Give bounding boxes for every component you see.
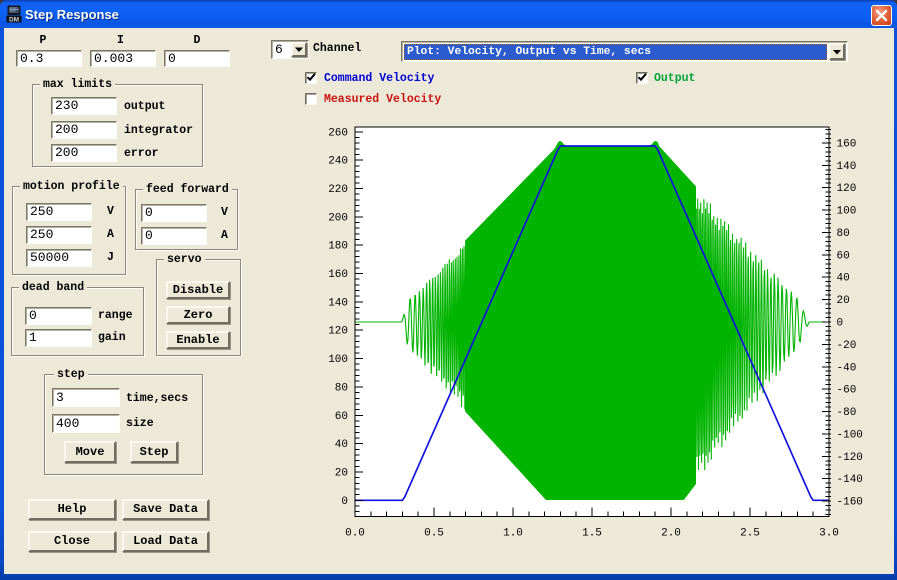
svg-text:60: 60 [335, 411, 348, 423]
svg-text:-100: -100 [837, 429, 863, 441]
svg-text:140: 140 [328, 297, 348, 309]
svg-text:100: 100 [328, 354, 348, 366]
svg-text:3.0: 3.0 [819, 528, 839, 540]
svg-text:60: 60 [837, 250, 850, 262]
svg-text:20: 20 [837, 295, 850, 307]
svg-text:DM: DM [9, 17, 19, 24]
svg-text:240: 240 [328, 156, 348, 168]
svg-text:40: 40 [837, 273, 850, 285]
svg-text:0: 0 [341, 496, 348, 508]
svg-text:-60: -60 [837, 385, 857, 397]
svg-text:200: 200 [328, 212, 348, 224]
svg-text:260: 260 [328, 127, 348, 139]
svg-text:80: 80 [335, 382, 348, 394]
svg-text:20: 20 [335, 468, 348, 480]
svg-text:-140: -140 [837, 474, 863, 486]
svg-text:160: 160 [328, 269, 348, 281]
svg-text:1.0: 1.0 [503, 528, 523, 540]
svg-text:-120: -120 [837, 452, 863, 464]
svg-text:220: 220 [328, 184, 348, 196]
svg-text:-40: -40 [837, 362, 857, 374]
svg-text:80: 80 [837, 228, 850, 240]
svg-text:180: 180 [328, 241, 348, 253]
svg-text:0.5: 0.5 [424, 528, 444, 540]
svg-text:120: 120 [328, 326, 348, 338]
svg-text:-20: -20 [837, 340, 857, 352]
svg-text:140: 140 [837, 161, 857, 173]
svg-text:100: 100 [837, 206, 857, 218]
svg-text:2.5: 2.5 [740, 528, 760, 540]
svg-text:120: 120 [837, 183, 857, 195]
svg-text:40: 40 [335, 439, 348, 451]
svg-text:0.0: 0.0 [345, 528, 365, 540]
svg-text:0: 0 [837, 318, 844, 330]
svg-text:-160: -160 [837, 497, 863, 509]
svg-text:1.5: 1.5 [582, 528, 602, 540]
svg-text:2.0: 2.0 [661, 528, 681, 540]
svg-text:160: 160 [837, 139, 857, 151]
svg-text:-80: -80 [837, 407, 857, 419]
